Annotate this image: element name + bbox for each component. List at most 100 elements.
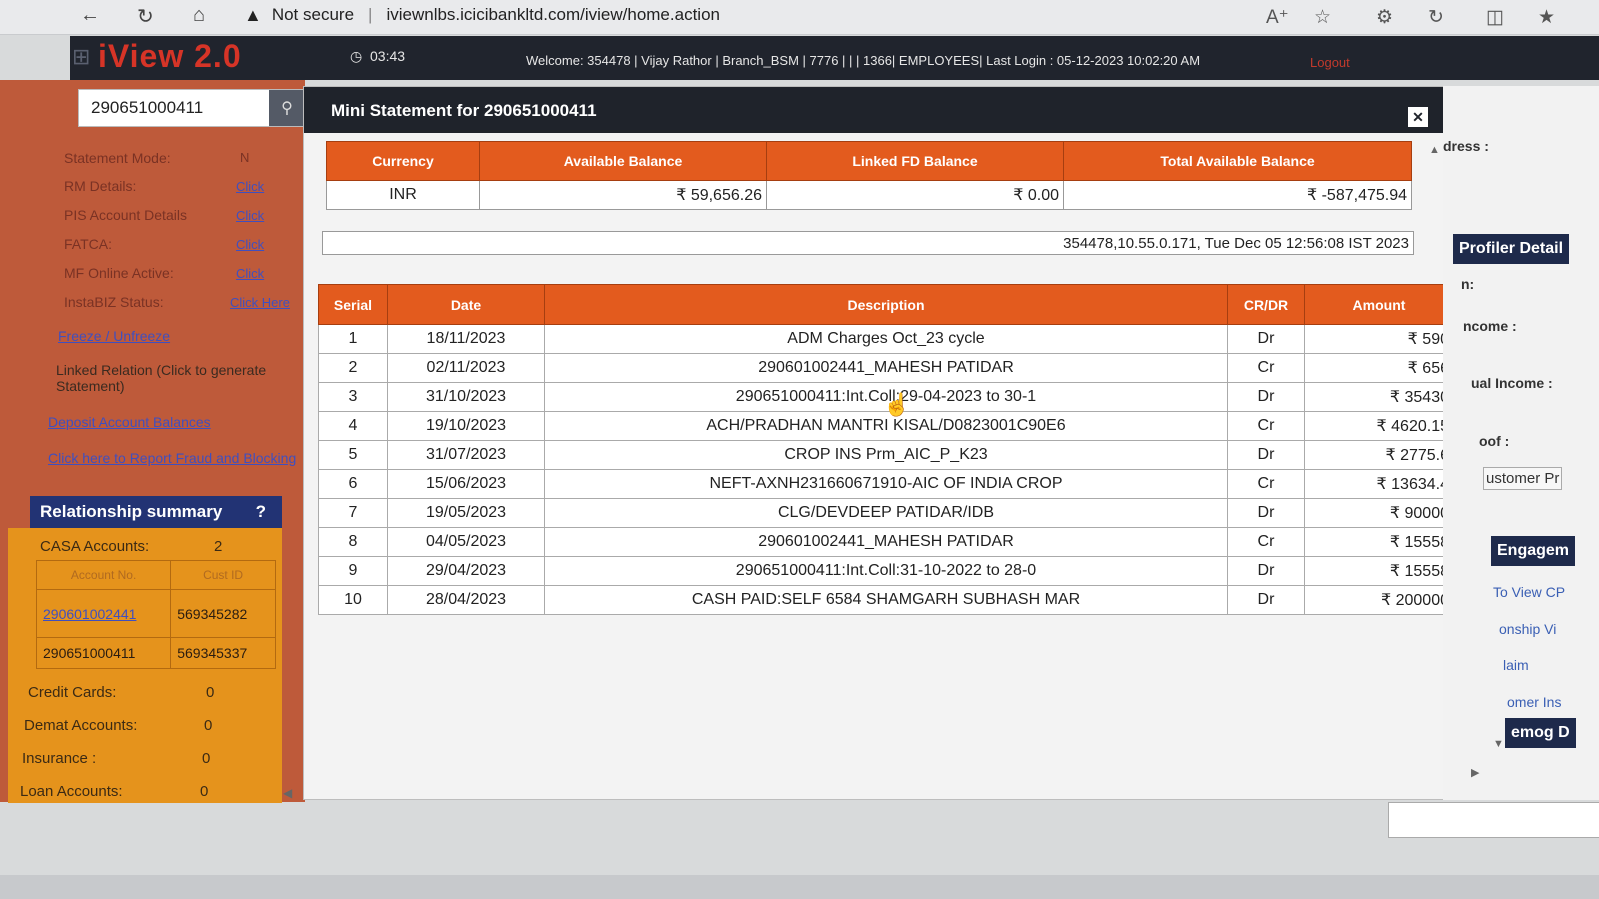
scroll-down-arrow-icon[interactable]: ▼	[1493, 738, 1504, 750]
deposit-balances-link[interactable]: Deposit Account Balances	[48, 414, 298, 430]
right-panel: ▲ dress : Profiler Detail n: ncome : ual…	[1429, 86, 1599, 800]
extension-icon[interactable]: ⚙	[1376, 6, 1393, 29]
income-label: ncome :	[1463, 318, 1517, 334]
relationship-view-link[interactable]: onship Vi	[1499, 621, 1556, 637]
pis-account-link[interactable]: Click	[236, 208, 264, 223]
logout-link[interactable]: Logout	[1310, 55, 1350, 70]
search-icon: ⚲	[281, 100, 293, 117]
detail-rm-details: RM Details:	[64, 178, 137, 194]
warning-icon: ▲	[244, 4, 262, 25]
favorite-star-icon[interactable]: ☆	[1314, 6, 1331, 29]
description-cell: CASH PAID:SELF 6584 SHAMGARH SUBHASH MAR	[544, 585, 1228, 615]
divider: |	[368, 5, 373, 24]
amount-cell: ₹ 2775.6	[1304, 440, 1454, 470]
demog-tab[interactable]: emog D	[1505, 718, 1576, 748]
proof-label: oof :	[1479, 433, 1510, 449]
instabiz-link[interactable]: Click Here	[230, 295, 290, 310]
date-cell: 29/04/2023	[387, 556, 545, 586]
serial-header: Serial	[318, 284, 388, 325]
clock: ◷ 03:43	[350, 48, 405, 65]
scroll-right-arrow-icon[interactable]: ▶	[1471, 766, 1479, 779]
credit-cards-label: Credit Cards:	[28, 684, 117, 701]
demat-count: 0	[204, 717, 213, 734]
sync-icon[interactable]: ↻	[1428, 6, 1444, 29]
claim-link[interactable]: laim	[1503, 657, 1529, 673]
account-no-header: Account No.	[35, 560, 172, 590]
description-cell: CLG/DEVDEEP PATIDAR/IDB	[544, 498, 1228, 528]
loan-count: 0	[200, 783, 209, 800]
address-bar[interactable]: ▲ Not secure | iviewnlbs.icicibankltd.co…	[244, 0, 1244, 30]
description-cell: 290601002441_MAHESH PATIDAR	[544, 353, 1228, 383]
account-link[interactable]: 290601002441	[35, 589, 172, 638]
amount-cell: ₹ 90000	[1304, 498, 1454, 528]
back-icon[interactable]: ←	[80, 4, 100, 27]
table-row: 9 29/04/2023 290651000411:Int.Coll:31-10-2…	[318, 556, 1454, 586]
casa-count: 2	[214, 538, 223, 555]
amount-cell: ₹ 590	[1304, 324, 1454, 354]
crdr-cell: Cr	[1227, 353, 1305, 383]
date-cell: 31/10/2023	[387, 382, 545, 412]
search-button[interactable]: ⚲	[269, 90, 305, 126]
currency-value: INR	[326, 180, 480, 210]
search-input[interactable]	[79, 90, 279, 126]
scroll-left-arrow-icon[interactable]: ◀	[283, 786, 292, 800]
customer-profile-button[interactable]: ustomer Pr	[1483, 467, 1563, 490]
serial-cell: 8	[318, 527, 388, 557]
close-button[interactable]: ✕	[1408, 107, 1428, 127]
date-cell: 02/11/2023	[387, 353, 545, 383]
scroll-up-arrow-icon[interactable]: ▲	[1429, 144, 1440, 156]
app-logo: iView 2.0	[98, 38, 242, 74]
view-cp-link[interactable]: To View CP	[1493, 584, 1565, 600]
bottom-input[interactable]	[1388, 802, 1599, 838]
fatca-link[interactable]: Click	[236, 237, 264, 252]
detail-instabiz: InstaBIZ Status:	[64, 294, 164, 310]
date-cell: 19/10/2023	[387, 411, 545, 441]
crdr-cell: Dr	[1227, 585, 1305, 615]
freeze-link[interactable]: Freeze / Unfreeze	[58, 328, 308, 344]
serial-cell: 1	[318, 324, 388, 354]
insurance-label: Insurance :	[22, 750, 97, 767]
amount-cell: ₹ 656	[1304, 353, 1454, 383]
amount-cell: ₹ 15558	[1304, 556, 1454, 586]
description-cell: NEFT-AXNH231660671910-AIC OF INDIA CROP	[544, 469, 1228, 499]
balance-table: Currency Available Balance Linked FD Bal…	[326, 141, 1412, 210]
mf-online-link[interactable]: Click	[236, 266, 264, 281]
session-info: 354478,10.55.0.171, Tue Dec 05 12:56:08 …	[322, 231, 1414, 255]
rm-details-link[interactable]: Click	[236, 179, 264, 194]
refresh-icon[interactable]: ↻	[137, 4, 154, 29]
crdr-cell: Cr	[1227, 411, 1305, 441]
crdr-cell: Dr	[1227, 498, 1305, 528]
engagement-tab[interactable]: Engagem	[1491, 536, 1576, 566]
relationship-summary-header: Relationship summary ?	[30, 496, 282, 528]
relationship-summary-title: Relationship summary	[40, 502, 223, 521]
customer-ins-link[interactable]: omer Ins	[1507, 694, 1561, 710]
crdr-cell: Dr	[1227, 382, 1305, 412]
loan-label: Loan Accounts:	[20, 783, 123, 800]
amount-header: Amount	[1304, 284, 1454, 325]
close-icon: ✕	[1412, 108, 1424, 125]
annual-income-label: ual Income :	[1471, 375, 1553, 391]
favorites-icon[interactable]: ★	[1538, 6, 1555, 29]
split-screen-icon[interactable]: ◫	[1486, 6, 1504, 29]
linked-relation-link[interactable]: Linked Relation (Click to generate State…	[56, 362, 296, 394]
cust-id: 569345282	[170, 589, 276, 638]
mini-statement-modal: Mini Statement for 290651000411 ✕ Curren…	[303, 86, 1454, 800]
table-row: 2 02/11/2023 290601002441_MAHESH PATIDAR Cr…	[318, 353, 1454, 383]
serial-cell: 3	[318, 382, 388, 412]
serial-cell: 9	[318, 556, 388, 586]
profiler-detail-tab[interactable]: Profiler Detail	[1453, 234, 1570, 264]
read-aloud-icon[interactable]: A⁺	[1266, 6, 1289, 29]
home-icon[interactable]: ⌂	[193, 4, 205, 27]
apps-grid-icon[interactable]: ⊞	[72, 44, 96, 69]
mouse-cursor-icon: ☝	[883, 392, 911, 417]
serial-cell: 4	[318, 411, 388, 441]
help-icon[interactable]: ?	[256, 502, 266, 522]
currency-header: Currency	[326, 141, 480, 181]
welcome-text: Welcome: 354478 | Vijay Rathor | Branch_…	[526, 53, 1201, 68]
amount-cell: ₹ 35430	[1304, 382, 1454, 412]
description-header: Description	[544, 284, 1228, 325]
report-fraud-link[interactable]: Click here to Report Fraud and Blocking	[48, 450, 298, 466]
linked-fd-value: ₹ 0.00	[766, 180, 1064, 210]
crdr-header: CR/DR	[1227, 284, 1305, 325]
credit-cards-count: 0	[206, 684, 215, 701]
